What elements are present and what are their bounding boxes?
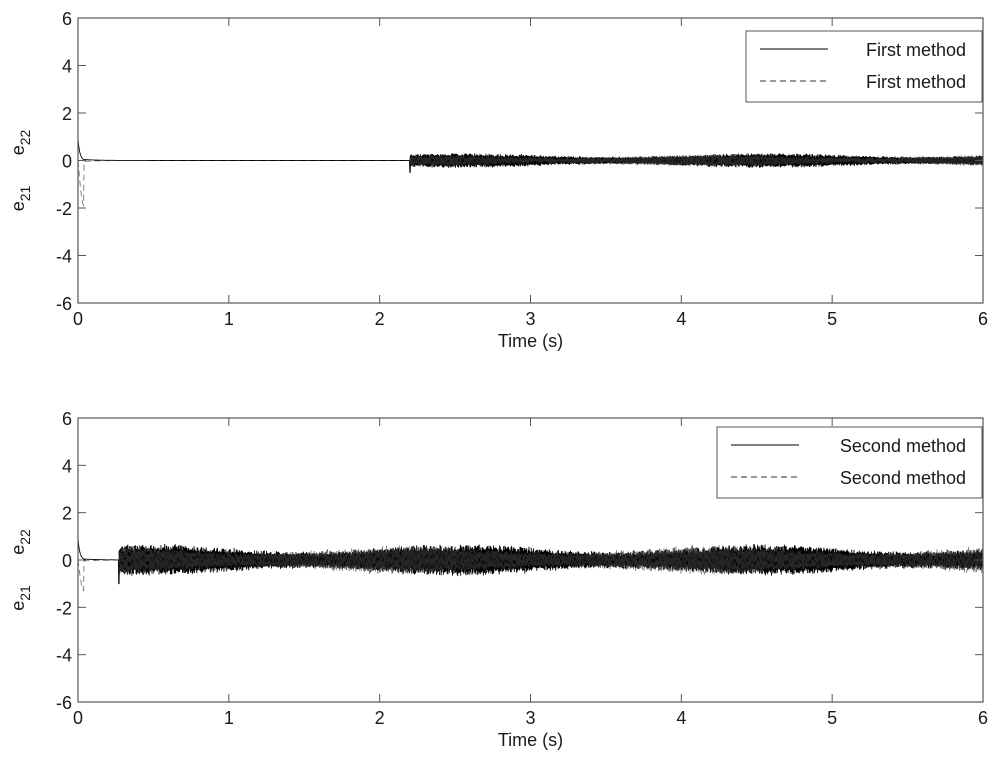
x-tick-label: 5	[827, 309, 837, 329]
y-tick-label: 6	[62, 9, 72, 29]
figure: 0 1 2 3 4 5 6 -6 -4 -2 0 2 4 6 Time (s) e21 e22 First …	[8, 9, 988, 750]
x-tick-label: 0	[73, 309, 83, 329]
y-tick-label: 2	[62, 104, 72, 124]
x-axis-label: Time (s)	[498, 730, 563, 750]
x-tick-label: 2	[375, 309, 385, 329]
x-axis-label: Time (s)	[498, 331, 563, 351]
legend: First method First method	[745, 30, 983, 103]
y-axis-label: e21 e22	[8, 529, 33, 611]
x-tick-label: 3	[525, 708, 535, 728]
y-label-e21: e21	[8, 185, 33, 211]
x-tick-label: 2	[375, 708, 385, 728]
legend-entry-label: First method	[866, 72, 966, 92]
x-tick-label: 1	[224, 309, 234, 329]
x-tick-label: 6	[978, 309, 988, 329]
x-tick-label: 4	[676, 309, 686, 329]
y-tick-label: -4	[56, 646, 72, 666]
y-tick-label: -6	[56, 693, 72, 713]
y-axis-label: e21 e22	[8, 129, 33, 211]
y-tick-label: 4	[62, 57, 72, 77]
y-tick-label: 0	[62, 152, 72, 172]
y-tick-label: -2	[56, 598, 72, 618]
legend-entry-label: Second method	[840, 468, 966, 488]
y-tick-label: -6	[56, 294, 72, 314]
x-tick-label: 3	[525, 309, 535, 329]
legend-entry-label: Second method	[840, 436, 966, 456]
legend-entry-label: First method	[866, 40, 966, 60]
x-tick-label: 5	[827, 708, 837, 728]
x-tick-label: 1	[224, 708, 234, 728]
y-tick-label: -2	[56, 199, 72, 219]
y-tick-label: 6	[62, 409, 72, 429]
y-label-e21: e21	[8, 585, 33, 611]
y-tick-label: 4	[62, 456, 72, 476]
y-tick-label: -4	[56, 247, 72, 267]
y-label-e22: e22	[8, 529, 33, 555]
legend: Second method Second method	[716, 426, 983, 499]
panel-first-method: 0 1 2 3 4 5 6 -6 -4 -2 0 2 4 6 Time (s) e21 e22 First …	[8, 9, 988, 351]
x-tick-label: 0	[73, 708, 83, 728]
panel-second-method: 0 1 2 3 4 5 6 -6 -4 -2 0 2 4 6 Time (s) e21 e22 Second…	[8, 409, 988, 750]
y-label-e22: e22	[8, 129, 33, 155]
x-tick-label: 6	[978, 708, 988, 728]
y-tick-label: 0	[62, 551, 72, 571]
y-tick-label: 2	[62, 504, 72, 524]
x-tick-label: 4	[676, 708, 686, 728]
